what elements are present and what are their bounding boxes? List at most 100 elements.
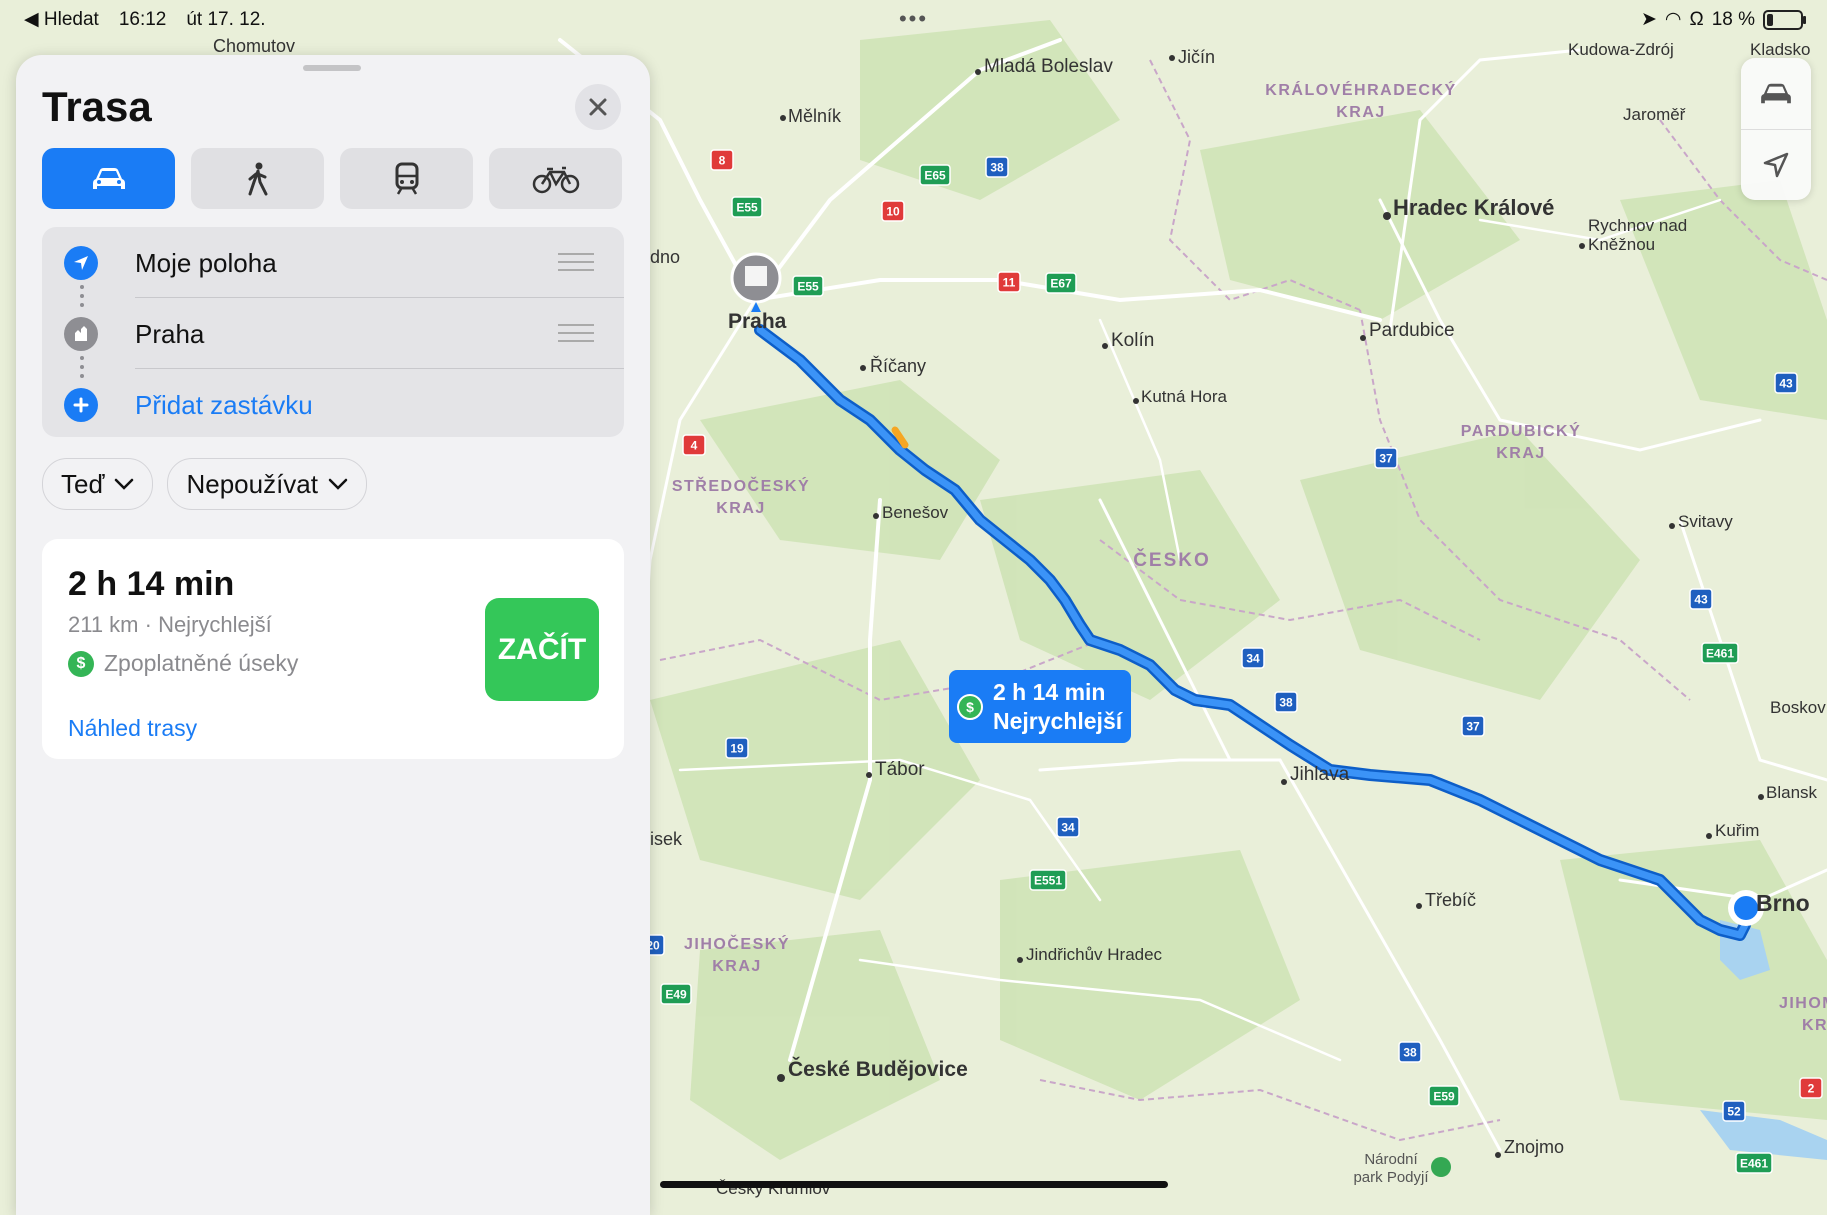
region-label: STŘEDOČESKÝ xyxy=(672,476,810,495)
location-arrow-icon: ➤ xyxy=(1640,9,1657,30)
mode-bike-button[interactable] xyxy=(489,148,622,209)
city-label: Hradec Králové xyxy=(1393,195,1554,220)
status-bar: ◀ Hledat 16:12 út 17. 12. ••• ➤ ◠ Ω 18 % xyxy=(0,6,1827,34)
road-shield-label: E461 xyxy=(1740,1157,1768,1171)
car-icon xyxy=(1761,83,1791,103)
train-icon xyxy=(395,162,418,195)
city-label: Jičín xyxy=(1178,47,1215,67)
road-shield-label: 11 xyxy=(1003,276,1016,290)
city-label: Boskov xyxy=(1770,698,1826,717)
location-arrow-icon xyxy=(64,246,98,280)
toll-dollar-icon: $ xyxy=(957,694,983,720)
route-summary: 211 km · Nejrychlejší xyxy=(68,612,272,637)
home-indicator[interactable] xyxy=(660,1181,1168,1188)
route-stops: Moje poloha Praha Přidat zastávku xyxy=(42,227,624,437)
chevron-down-icon xyxy=(115,478,134,490)
city-label: Kutná Hora xyxy=(1141,387,1228,406)
stop-row-origin[interactable]: Moje poloha xyxy=(42,227,624,298)
route-options: Teď Nepoužívat xyxy=(42,458,367,510)
road-shield-label: 19 xyxy=(730,742,744,756)
route-callout[interactable]: $ 2 h 14 min Nejrychlejší xyxy=(949,670,1131,743)
toll-dollar-icon: $ xyxy=(68,650,94,677)
tree-icon xyxy=(1431,1157,1451,1177)
road-shield-label: 43 xyxy=(1779,377,1793,391)
park-label: park Podyjí xyxy=(1353,1169,1429,1186)
country-label: ČESKO xyxy=(1133,549,1211,571)
reorder-handle-icon[interactable] xyxy=(558,253,594,277)
status-date: út 17. 12. xyxy=(186,8,266,30)
mode-walk-button[interactable] xyxy=(191,148,324,209)
sheet-grabber[interactable] xyxy=(303,65,361,71)
city-label: České Budějovice xyxy=(788,1057,968,1081)
avoid-label: Nepoužívat xyxy=(186,468,318,499)
car-icon xyxy=(92,167,125,189)
stop-label-destination: Praha xyxy=(135,319,205,349)
road-shield-label: 38 xyxy=(1403,1046,1417,1060)
city-label: Znojmo xyxy=(1504,1137,1564,1157)
city-label: Chomutov xyxy=(213,36,295,56)
route-preview-link[interactable]: Náhled trasy xyxy=(68,715,197,742)
sheet-title: Trasa xyxy=(42,83,152,130)
region-label: KR xyxy=(1802,1017,1827,1034)
battery-icon xyxy=(1763,9,1806,30)
chevron-down-icon xyxy=(328,478,348,490)
region-label: KRAJ xyxy=(1336,104,1386,121)
avoid-button[interactable]: Nepoužívat xyxy=(167,458,367,510)
plus-icon xyxy=(64,388,98,422)
region-label: JIHOMO xyxy=(1779,995,1827,1012)
road-shield-label: 38 xyxy=(990,161,1004,175)
toll-info: $ Zpoplatněné úseky xyxy=(68,650,298,677)
park-label: Národní xyxy=(1364,1151,1418,1168)
road-shield-label: E461 xyxy=(1706,647,1734,661)
city-label: Mělník xyxy=(788,106,842,126)
mode-transit-button[interactable] xyxy=(340,148,473,209)
close-icon xyxy=(589,98,607,116)
driving-mode-button[interactable] xyxy=(1741,58,1811,130)
back-to-search[interactable]: ◀ Hledat xyxy=(24,8,99,31)
multitasking-dots[interactable]: ••• xyxy=(899,6,928,32)
road-shield-label: 37 xyxy=(1379,452,1393,466)
city-landmark-icon xyxy=(64,317,98,351)
city-label: Třebíč xyxy=(1425,890,1476,910)
departure-time-label: Teď xyxy=(61,468,105,499)
road-shield-label: 38 xyxy=(1279,696,1293,710)
city-label: Kuřim xyxy=(1715,821,1759,840)
stop-label-origin: Moje poloha xyxy=(135,248,277,278)
reorder-handle-icon[interactable] xyxy=(558,324,594,348)
region-label: KRAJ xyxy=(716,500,766,517)
city-label: Blansk xyxy=(1766,783,1818,802)
road-shield-label: E49 xyxy=(665,988,687,1002)
route-card[interactable]: 2 h 14 min 211 km · Nejrychlejší $ Zpopl… xyxy=(42,539,624,759)
mode-car-button[interactable] xyxy=(42,148,175,209)
city-label: Pardubice xyxy=(1369,320,1455,341)
city-label: dno xyxy=(650,247,680,267)
road-shield-label: E65 xyxy=(924,169,946,183)
road-shield-label: E55 xyxy=(797,280,819,294)
callout-label: Nejrychlejší xyxy=(993,708,1123,734)
region-label: JIHOČESKÝ xyxy=(684,934,790,953)
city-label: Benešov xyxy=(882,503,949,522)
wifi-icon: ◠ xyxy=(1664,9,1682,30)
city-label: Mladá Boleslav xyxy=(984,56,1113,77)
city-label: Kněžnou xyxy=(1588,235,1655,254)
close-button[interactable] xyxy=(575,84,621,130)
departure-time-button[interactable]: Teď xyxy=(42,458,154,510)
road-shield-label: 37 xyxy=(1466,720,1480,734)
city-label: Říčany xyxy=(870,356,926,376)
city-label: Kudowa-Zdrój xyxy=(1568,40,1674,59)
add-stop-row[interactable]: Přidat zastávku xyxy=(42,369,624,440)
start-button[interactable]: ZAČÍT xyxy=(485,598,599,701)
city-label: Svitavy xyxy=(1678,512,1733,531)
directions-sheet: Trasa Moje poloha Praha Přidat zastávku … xyxy=(16,55,650,1215)
status-time: 16:12 xyxy=(118,8,167,30)
walk-icon xyxy=(248,162,267,195)
city-label: Jindřichův Hradec xyxy=(1026,945,1163,964)
road-shield-label: E551 xyxy=(1034,874,1062,888)
region-label: PARDUBICKÝ xyxy=(1461,421,1581,440)
current-location-button[interactable] xyxy=(1741,129,1811,200)
add-stop-label: Přidat zastávku xyxy=(135,390,313,420)
stop-row-destination[interactable]: Praha xyxy=(42,298,624,369)
route-duration: 2 h 14 min xyxy=(68,565,235,603)
road-shield-label: E67 xyxy=(1050,277,1072,291)
road-shield-label: E55 xyxy=(736,201,758,215)
